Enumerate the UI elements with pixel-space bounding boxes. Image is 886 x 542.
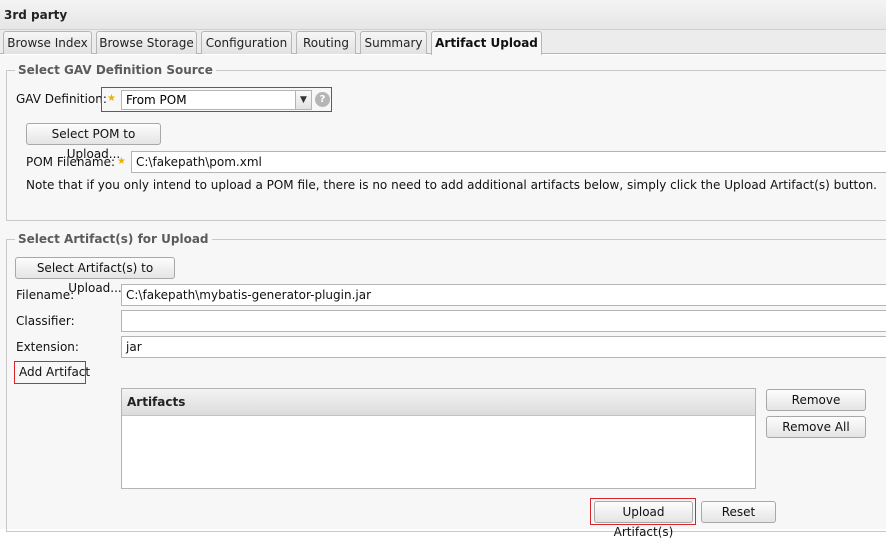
gav-definition-select[interactable]: From POM ▼ bbox=[121, 90, 312, 110]
tab-content: Select GAV Definition Source GAV Definit… bbox=[0, 55, 886, 539]
tab-strip: Browse Index Browse Storage Configuratio… bbox=[0, 30, 886, 55]
pom-filename-label: POM Filename: bbox=[26, 155, 116, 169]
classifier-label: Classifier: bbox=[16, 314, 75, 328]
gav-definition-label: GAV Definition: bbox=[16, 92, 107, 106]
tab-browse-index[interactable]: Browse Index bbox=[3, 31, 92, 54]
required-star-icon: ★ bbox=[117, 156, 126, 167]
gav-definition-value: From POM bbox=[126, 93, 187, 107]
pom-filename-field[interactable]: C:\fakepath\pom.xml bbox=[131, 151, 886, 173]
gav-legend: Select GAV Definition Source bbox=[18, 63, 213, 77]
tab-configuration[interactable]: Configuration bbox=[201, 31, 292, 54]
required-star-icon: ★ bbox=[107, 93, 116, 104]
tab-summary[interactable]: Summary bbox=[360, 31, 427, 54]
tab-browse-storage[interactable]: Browse Storage bbox=[96, 31, 197, 54]
artifact-legend: Select Artifact(s) for Upload bbox=[18, 232, 209, 246]
extension-label: Extension: bbox=[16, 340, 79, 354]
upload-artifacts-button[interactable]: Upload Artifact(s) bbox=[594, 501, 693, 539]
select-pom-button[interactable]: Select POM to Upload... bbox=[26, 123, 161, 161]
filename-label: Filename: bbox=[16, 288, 75, 302]
reset-button[interactable]: Reset bbox=[701, 501, 776, 523]
extension-field[interactable]: jar bbox=[121, 336, 886, 358]
filename-field[interactable]: C:\fakepath\mybatis-generator-plugin.jar bbox=[121, 284, 886, 306]
remove-button[interactable]: Remove bbox=[766, 389, 866, 411]
tab-routing[interactable]: Routing bbox=[296, 31, 356, 54]
add-artifact-button[interactable]: Add Artifact bbox=[19, 365, 90, 379]
remove-all-button[interactable]: Remove All bbox=[766, 416, 866, 438]
classifier-field[interactable] bbox=[121, 310, 886, 332]
select-artifacts-button[interactable]: Select Artifact(s) to Upload... bbox=[15, 257, 175, 295]
chevron-down-icon[interactable]: ▼ bbox=[295, 91, 311, 109]
artifacts-grid: Artifacts bbox=[121, 388, 756, 489]
artifacts-column-header[interactable]: Artifacts bbox=[122, 389, 755, 416]
question-icon[interactable]: ? bbox=[315, 92, 330, 107]
panel-title: 3rd party bbox=[0, 0, 886, 30]
tab-artifact-upload[interactable]: Artifact Upload bbox=[431, 31, 542, 55]
pom-note: Note that if you only intend to upload a… bbox=[26, 178, 877, 192]
